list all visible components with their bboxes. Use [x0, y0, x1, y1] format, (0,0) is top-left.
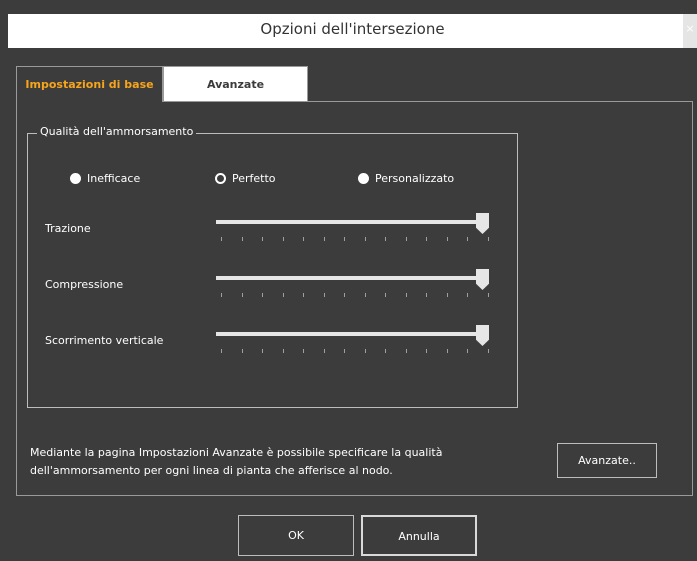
radio-button-selected-icon[interactable] — [215, 172, 226, 184]
slider-tick — [405, 349, 407, 353]
slider-tick — [487, 349, 489, 353]
slider-ticks-trazione — [221, 237, 491, 241]
radio-perfetto[interactable]: Perfetto — [215, 170, 276, 186]
slider-tick — [446, 293, 448, 297]
radio-label: Inefficace — [87, 171, 141, 185]
slider-tick — [344, 237, 345, 241]
slider-tick — [426, 349, 427, 353]
slider-tick — [426, 293, 427, 297]
slider-tick — [467, 349, 468, 353]
slider-tick — [323, 237, 325, 241]
dialog-window: Opzioni dell'intersezione × Impostazioni… — [0, 0, 697, 561]
slider-tick — [405, 237, 407, 241]
slider-tick — [262, 293, 263, 297]
slider-track-trazione[interactable] — [216, 220, 488, 224]
slider-tick — [221, 349, 222, 353]
radio-button-icon[interactable] — [358, 172, 369, 184]
title-bar: Opzioni dell'intersezione × — [8, 14, 697, 48]
panel-divider — [308, 101, 693, 102]
slider-label-compressione: Compressione — [45, 278, 124, 291]
slider-tick — [405, 293, 407, 297]
description-text: Mediante la pagina Impostazioni Avanzate… — [30, 446, 443, 477]
slider-tick — [446, 237, 448, 241]
slider-tick — [241, 293, 243, 297]
slider-tick — [344, 293, 345, 297]
slider-label-trazione: Trazione — [45, 222, 91, 235]
cancel-button[interactable]: Annulla — [361, 515, 477, 556]
slider-tick — [262, 349, 263, 353]
slider-tick — [385, 237, 386, 241]
slider-tick — [487, 293, 489, 297]
radio-label: Personalizzato — [375, 171, 455, 185]
slider-tick — [364, 293, 366, 297]
radio-button-icon[interactable] — [70, 172, 81, 184]
slider-tick — [364, 237, 366, 241]
slider-tick — [282, 237, 284, 241]
slider-tick — [364, 349, 366, 353]
advanced-button[interactable]: Avanzate.. — [557, 443, 657, 478]
slider-tick — [282, 293, 284, 297]
radio-personalizzato[interactable]: Personalizzato — [358, 170, 454, 186]
slider-tick — [282, 349, 284, 353]
slider-tick — [487, 237, 489, 241]
close-icon[interactable]: × — [683, 14, 697, 48]
slider-tick — [221, 237, 222, 241]
slider-tick — [221, 293, 222, 297]
slider-tick — [323, 349, 325, 353]
slider-tick — [467, 293, 468, 297]
slider-tick — [446, 349, 448, 353]
ok-button[interactable]: OK — [238, 515, 354, 556]
tab-avanzate[interactable]: Avanzate — [163, 66, 308, 102]
slider-ticks-scorrimento — [221, 349, 491, 353]
group-legend: Qualità dell'ammorsamento — [37, 125, 197, 138]
slider-tick — [344, 349, 345, 353]
slider-tick — [385, 293, 386, 297]
radio-inefficace[interactable]: Inefficace — [70, 170, 140, 186]
tab-impostazioni-di-base[interactable]: Impostazioni di base — [16, 66, 163, 102]
slider-tick — [385, 349, 386, 353]
dialog-title: Opzioni dell'intersezione — [260, 20, 445, 38]
slider-tick — [241, 349, 243, 353]
slider-tick — [303, 237, 304, 241]
slider-track-compressione[interactable] — [216, 276, 488, 280]
radio-label: Perfetto — [232, 171, 276, 185]
slider-tick — [467, 237, 468, 241]
slider-ticks-compressione — [221, 293, 491, 297]
slider-tick — [262, 237, 263, 241]
slider-tick — [303, 293, 304, 297]
slider-tick — [323, 293, 325, 297]
slider-track-scorrimento[interactable] — [216, 332, 488, 336]
slider-tick — [426, 237, 427, 241]
slider-tick — [241, 237, 243, 241]
slider-tick — [303, 349, 304, 353]
slider-label-scorrimento: Scorrimento verticale — [45, 334, 164, 347]
